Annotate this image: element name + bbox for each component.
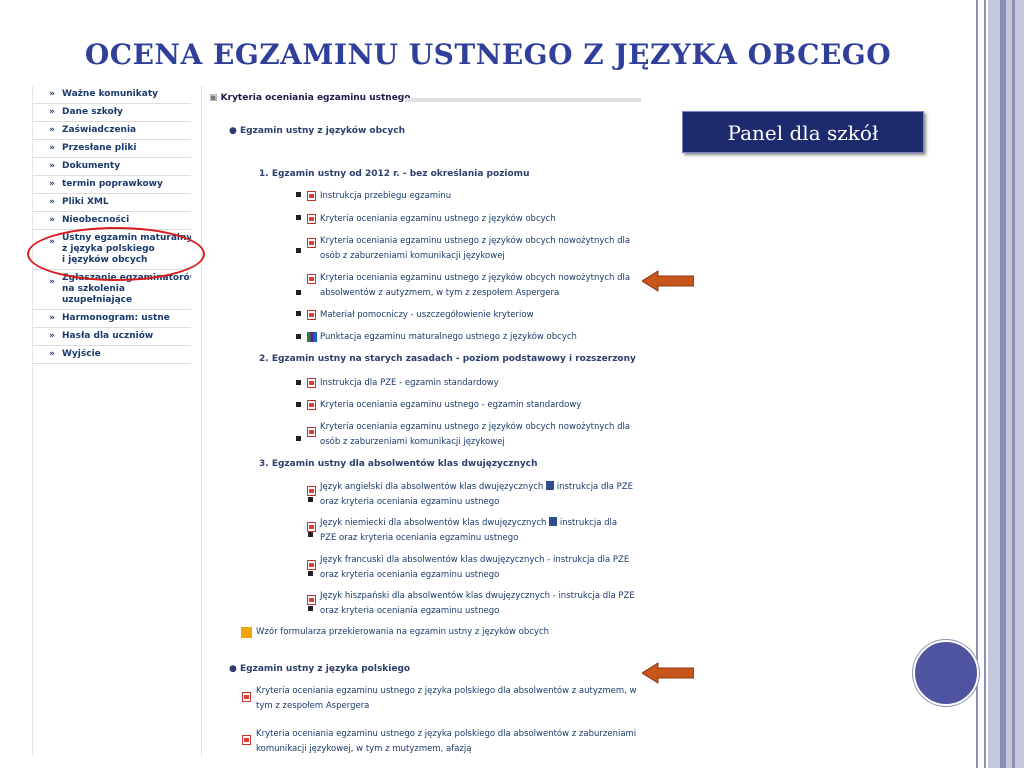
pdf-icon <box>307 238 316 248</box>
square-bullet <box>296 290 301 295</box>
document-link[interactable]: Język angielski dla absolwentów klas dwu… <box>320 480 650 510</box>
document-link[interactable]: Instrukcja przebiegu egzaminu <box>320 189 650 204</box>
pdf-icon <box>307 274 316 284</box>
highlight-ellipse <box>27 227 205 281</box>
book-icon <box>549 517 558 526</box>
square-bullet <box>308 532 313 537</box>
slide-title: OCENA EGZAMINU USTNEGO Z JĘZYKA OBCEGO <box>84 38 892 71</box>
pdf-icon <box>242 692 251 702</box>
form-icon <box>241 627 252 638</box>
book-icon <box>546 481 554 490</box>
square-bullet <box>308 606 313 611</box>
chevron-right-icon: » <box>49 89 55 99</box>
square-bullet <box>296 311 301 316</box>
square-bullet <box>296 402 301 407</box>
decor-stripe <box>988 0 1024 768</box>
left-arrow-icon <box>642 270 694 292</box>
spreadsheet-icon <box>307 332 317 342</box>
chevron-right-icon: » <box>49 331 55 341</box>
decor-stripe <box>1012 0 1015 768</box>
sidebar-menu: » Ważne komunikaty » Dane szkoły » Zaświadc… <box>27 86 205 756</box>
decor-stripe <box>984 0 986 768</box>
decor-stripe <box>1000 0 1006 768</box>
pdf-icon <box>307 214 316 224</box>
pdf-icon <box>307 378 316 388</box>
left-arrow-icon <box>642 662 694 684</box>
group-heading: 2. Egzamin ustny na starych zasadach - p… <box>259 354 636 364</box>
sidebar-item-termin-poprawkowy[interactable]: » termin poprawkowy <box>33 176 191 194</box>
document-link[interactable]: Kryteria oceniania egzaminu ustnego z ję… <box>320 420 650 450</box>
document-link[interactable]: Język hiszpański dla absolwentów klas dw… <box>320 589 650 619</box>
document-link[interactable]: Kryteria oceniania egzaminu ustnego - eg… <box>320 398 650 413</box>
decor-circle <box>913 640 979 706</box>
chevron-right-icon: » <box>49 161 55 171</box>
document-link[interactable]: Język francuski dla absolwentów klas dwu… <box>320 553 650 583</box>
decor-stripe <box>976 0 978 768</box>
pdf-icon <box>307 310 316 320</box>
square-bullet <box>308 497 313 502</box>
polish-heading: ● Egzamin ustny z języka polskiego <box>229 664 411 674</box>
foreign-heading: ● Egzamin ustny z języków obcych <box>229 126 405 136</box>
header-rule <box>405 98 641 102</box>
sidebar-item-przeslane-pliki[interactable]: » Przesłane pliki <box>33 140 191 158</box>
group-heading: 3. Egzamin ustny dla absolwentów klas dw… <box>259 459 538 469</box>
square-bullet <box>296 380 301 385</box>
square-bullet <box>296 215 301 220</box>
pdf-icon <box>307 400 316 410</box>
document-link[interactable]: Język niemiecki dla absolwentów klas dwu… <box>320 516 650 546</box>
pdf-icon <box>307 486 316 496</box>
website-screenshot: » Ważne komunikaty » Dane szkoły » Zaświadc… <box>27 86 669 756</box>
pdf-icon <box>307 522 316 532</box>
chevron-right-icon: » <box>49 197 55 207</box>
document-link[interactable]: Kryteria oceniania egzaminu ustnego z ję… <box>320 234 650 264</box>
sidebar-item-dane-szkoly[interactable]: » Dane szkoły <box>33 104 191 122</box>
chevron-right-icon: » <box>49 125 55 135</box>
pdf-icon <box>307 595 316 605</box>
panel-label: Panel dla szkół <box>682 111 924 153</box>
square-bullet <box>308 571 313 576</box>
content-area: ▣ Kryteria oceniania egzaminu ustnego ● … <box>209 86 669 756</box>
square-bullet <box>296 192 301 197</box>
chevron-right-icon: » <box>49 313 55 323</box>
document-link[interactable]: Kryteria oceniania egzaminu ustnego z ję… <box>256 684 646 714</box>
pdf-icon <box>307 427 316 437</box>
sidebar-item-dokumenty[interactable]: » Dokumenty <box>33 158 191 176</box>
sidebar-item-wyjscie[interactable]: » Wyjście <box>33 346 191 364</box>
square-bullet <box>296 334 301 339</box>
section-header: ▣ Kryteria oceniania egzaminu ustnego <box>209 93 641 103</box>
chevron-right-icon: » <box>49 215 55 225</box>
chevron-right-icon: » <box>49 143 55 153</box>
sidebar-item-hasla[interactable]: » Hasła dla uczniów <box>33 328 191 346</box>
collapse-icon[interactable]: ▣ <box>209 93 218 103</box>
document-link[interactable]: Kryteria oceniania egzaminu ustnego z ję… <box>320 271 650 301</box>
sidebar-item-pliki-xml[interactable]: » Pliki XML <box>33 194 191 212</box>
document-link[interactable]: Instrukcja dla PZE - egzamin standardowy <box>320 376 650 391</box>
chevron-right-icon: » <box>49 107 55 117</box>
chevron-right-icon: » <box>49 179 55 189</box>
chevron-right-icon: » <box>49 277 55 287</box>
group-heading: 1. Egzamin ustny od 2012 r. - bez określ… <box>259 169 530 179</box>
chevron-right-icon: » <box>49 349 55 359</box>
document-link[interactable]: Punktacja egzaminu maturalnego ustnego z… <box>320 330 650 345</box>
form-link[interactable]: Wzór formularza przekierowania na egzami… <box>256 625 646 640</box>
pdf-icon <box>307 191 316 201</box>
sidebar-item-harmonogram[interactable]: » Harmonogram: ustne <box>33 310 191 328</box>
square-bullet <box>296 248 301 253</box>
sidebar-item-zaswiadczenia[interactable]: » Zaświadczenia <box>33 122 191 140</box>
square-bullet <box>296 436 301 441</box>
pdf-icon <box>242 735 251 745</box>
document-link[interactable]: Materiał pomocniczy - uszczegółowienie k… <box>320 308 650 323</box>
pdf-icon <box>307 560 316 570</box>
document-link[interactable]: Kryteria oceniania egzaminu ustnego z ję… <box>320 212 650 227</box>
document-link[interactable]: Kryteria oceniania egzaminu ustnego z ję… <box>256 727 646 757</box>
sidebar-item-wazne-komunikaty[interactable]: » Ważne komunikaty <box>33 86 191 104</box>
